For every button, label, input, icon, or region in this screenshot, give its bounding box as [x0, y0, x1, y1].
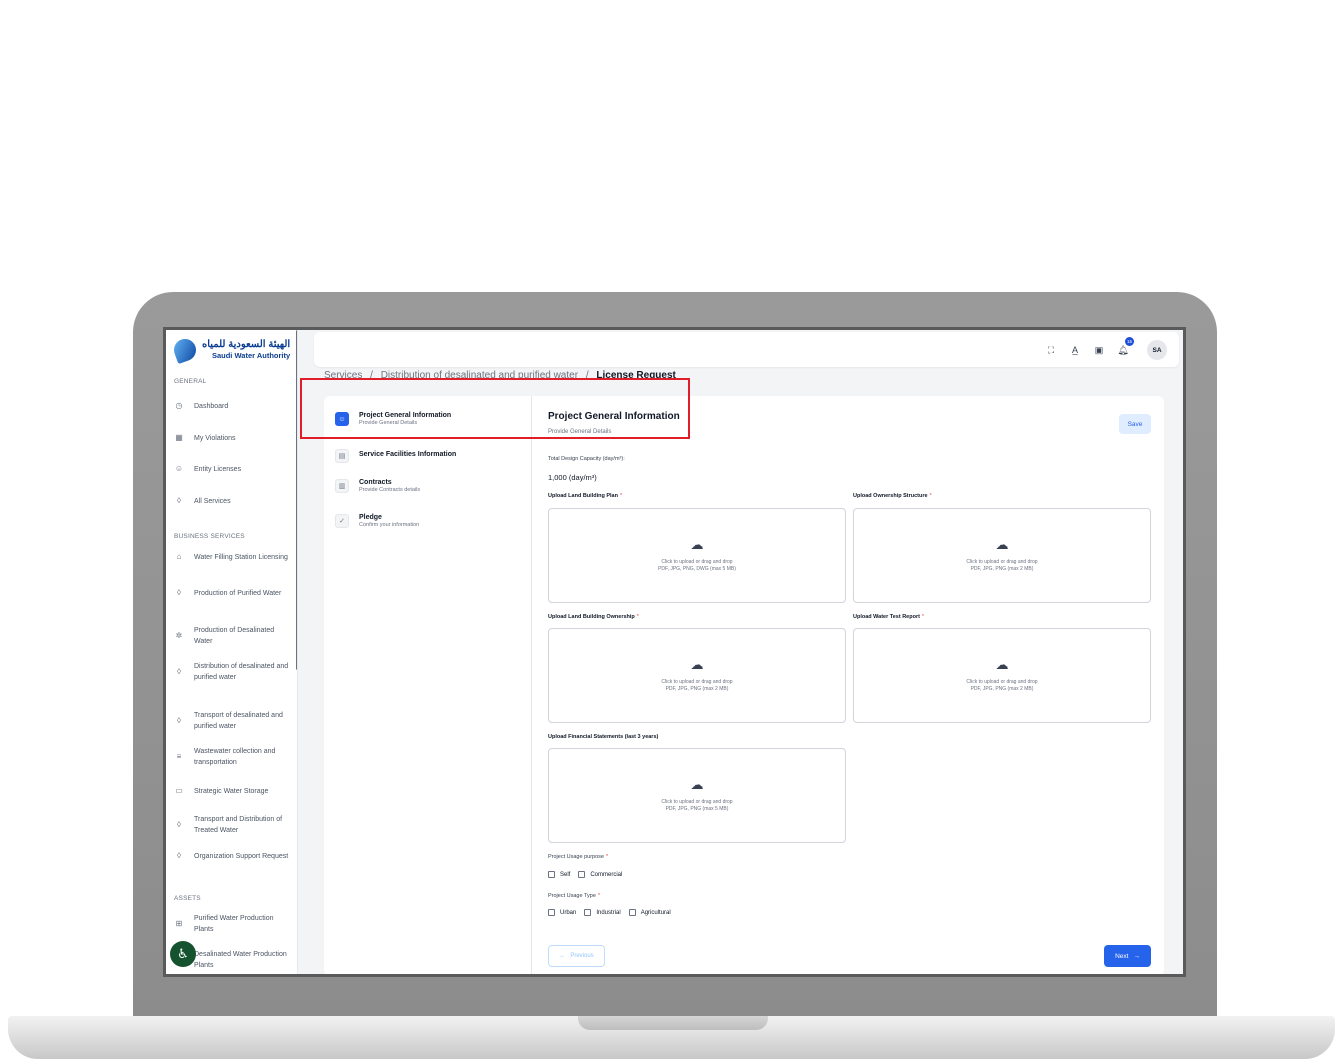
upload-label-ownership-structure: Upload Ownership Structure *: [853, 493, 932, 499]
upload-ownership-structure[interactable]: ☁︎ Click to upload or drag and drop PDF,…: [853, 508, 1151, 603]
sidebar-item-my-violations[interactable]: ▦ My Violations: [174, 433, 292, 444]
checkbox-icon: ✓: [335, 514, 349, 528]
license-request-card: ☺ Project General Information Provide Ge…: [324, 396, 1164, 974]
step-contracts[interactable]: ▥ Contracts Provide Contracts details: [335, 478, 420, 495]
previous-button[interactable]: ← Previous: [548, 945, 605, 967]
checkbox-self[interactable]: Self: [548, 871, 570, 878]
next-button[interactable]: Next →: [1104, 945, 1151, 967]
sidebar-item-desalinated-production[interactable]: ✲ Production of Desalinated Water: [174, 625, 292, 647]
upload-water-test[interactable]: ☁︎ Click to upload or drag and drop PDF,…: [853, 628, 1151, 723]
sidebar-item-all-services[interactable]: ◊ All Services: [174, 496, 292, 507]
brand-name-ar: الهيئة السعودية للمياه: [202, 339, 291, 351]
upload-label-water-test: Upload Water Test Report *: [853, 614, 925, 620]
drop-icon: ◊: [177, 588, 181, 598]
accessibility-icon: ♿︎: [177, 946, 189, 961]
sidebar-item-water-filling[interactable]: ⌂ Water Filling Station Licensing: [174, 552, 292, 563]
section-label-business: BUSINESS SERVICES: [174, 533, 245, 540]
sidebar-item-purified-plants[interactable]: ⊞ Purified Water Production Plants: [174, 913, 292, 935]
arrow-right-icon: →: [1133, 952, 1140, 960]
step-service-facilities[interactable]: ▤ Service Facilities Information: [335, 448, 456, 463]
checkbox-industrial[interactable]: Industrial: [584, 909, 621, 916]
stepper: ☺ Project General Information Provide Ge…: [324, 396, 532, 974]
station-icon: ⌂: [176, 552, 182, 562]
capacity-label: Total Design Capacity (day/m³):: [548, 456, 625, 462]
brand-logo[interactable]: الهيئة السعودية للمياه Saudi Water Autho…: [170, 335, 294, 365]
cloud-upload-icon: ☁︎: [995, 656, 1009, 672]
usage-purpose-options: Self Commercial: [548, 871, 622, 878]
gauge-icon: ◷: [175, 401, 183, 411]
sidebar: الهيئة السعودية للمياه Saudi Water Autho…: [166, 330, 298, 974]
storage-icon: ▭: [175, 786, 183, 796]
drop-icon: ◊: [177, 666, 181, 676]
usage-type-options: Urban Industrial Agricultural: [548, 909, 671, 916]
drop-icon: ◊: [177, 819, 181, 829]
accessibility-button[interactable]: ♿︎: [170, 941, 196, 967]
table-icon: ⊞: [175, 918, 183, 928]
topbar: ⛶ A̲ ▣ 🔔︎ 15 SA: [314, 332, 1179, 367]
step-pledge[interactable]: ✓ Pledge Confirm your information: [335, 513, 419, 530]
upload-land-plan[interactable]: ☁︎ Click to upload or drag and drop PDF,…: [548, 508, 846, 603]
checkbox-commercial[interactable]: Commercial: [578, 871, 622, 878]
id-card-icon: ▤: [335, 449, 349, 463]
sidebar-scrollbar[interactable]: [296, 330, 297, 670]
sidebar-item-dashboard[interactable]: ◷ Dashboard: [174, 401, 292, 412]
arrow-left-icon: ←: [559, 953, 566, 959]
section-label-general: GENERAL: [174, 378, 207, 385]
cloud-upload-icon: ☁︎: [690, 656, 704, 672]
brand-drop-icon: [170, 335, 200, 365]
stage: الهيئة السعودية للمياه Saudi Water Autho…: [0, 0, 1343, 1059]
user-icon: ☺: [174, 464, 184, 474]
lines-icon: ≡: [176, 751, 182, 761]
save-button[interactable]: Save: [1119, 414, 1151, 434]
document-icon: ▥: [335, 479, 349, 493]
cloud-upload-icon: ☁︎: [690, 536, 704, 552]
clipboard-icon[interactable]: ▣: [1093, 344, 1105, 356]
upload-label-land-plan: Upload Land Building Plan *: [548, 493, 623, 499]
drop-icon: ◊: [177, 496, 181, 506]
capacity-value: 1,000 (day/m³): [548, 473, 597, 482]
usage-purpose-label: Project Usage purpose *: [548, 854, 609, 860]
highlight-box: [300, 378, 690, 439]
upload-label-financial: Upload Financial Statements (last 3 year…: [548, 734, 659, 740]
sidebar-item-purified-production[interactable]: ◊ Production of Purified Water: [174, 588, 292, 599]
cloud-upload-icon: ☁︎: [995, 536, 1009, 552]
sun-icon: ✲: [175, 630, 183, 640]
cloud-upload-icon: ☁︎: [690, 776, 704, 792]
drop-icon: ◊: [177, 851, 181, 861]
laptop-notch: [578, 1016, 768, 1030]
avatar[interactable]: SA: [1147, 340, 1167, 360]
sidebar-item-org-support[interactable]: ◊ Organization Support Request: [174, 851, 292, 862]
form-content: Project General Information Provide Gene…: [548, 396, 1153, 974]
drop-icon: ◊: [177, 715, 181, 725]
sidebar-item-entity-licenses[interactable]: ☺ Entity Licenses: [174, 464, 292, 475]
sidebar-item-treated-water[interactable]: ◊ Transport and Distribution of Treated …: [174, 814, 292, 836]
upload-label-land-ownership: Upload Land Building Ownership *: [548, 614, 639, 620]
section-label-assets: ASSETS: [174, 895, 201, 902]
sidebar-item-transport[interactable]: ◊ Transport of desalinated and purified …: [174, 710, 292, 732]
checkbox-agricultural[interactable]: Agricultural: [628, 909, 671, 916]
upload-financial-statements[interactable]: ☁︎ Click to upload or drag and drop PDF,…: [548, 748, 846, 843]
bell-icon[interactable]: 🔔︎ 15: [1117, 337, 1134, 356]
checkbox-urban[interactable]: Urban: [548, 909, 576, 916]
sidebar-item-wastewater[interactable]: ≡ Wastewater collection and transportati…: [174, 746, 292, 768]
translate-icon[interactable]: A̲: [1069, 344, 1081, 356]
fullscreen-icon[interactable]: ⛶: [1045, 344, 1057, 356]
usage-type-label: Project Usage Type *: [548, 893, 601, 899]
grid-icon: ▦: [175, 433, 183, 443]
upload-land-ownership[interactable]: ☁︎ Click to upload or drag and drop PDF,…: [548, 628, 846, 723]
notification-badge: 15: [1125, 337, 1134, 346]
brand-name-en: Saudi Water Authority: [211, 351, 291, 361]
sidebar-item-strategic-storage[interactable]: ▭ Strategic Water Storage: [174, 786, 292, 797]
sidebar-item-distribution[interactable]: ◊ Distribution of desalinated and purifi…: [174, 661, 292, 683]
